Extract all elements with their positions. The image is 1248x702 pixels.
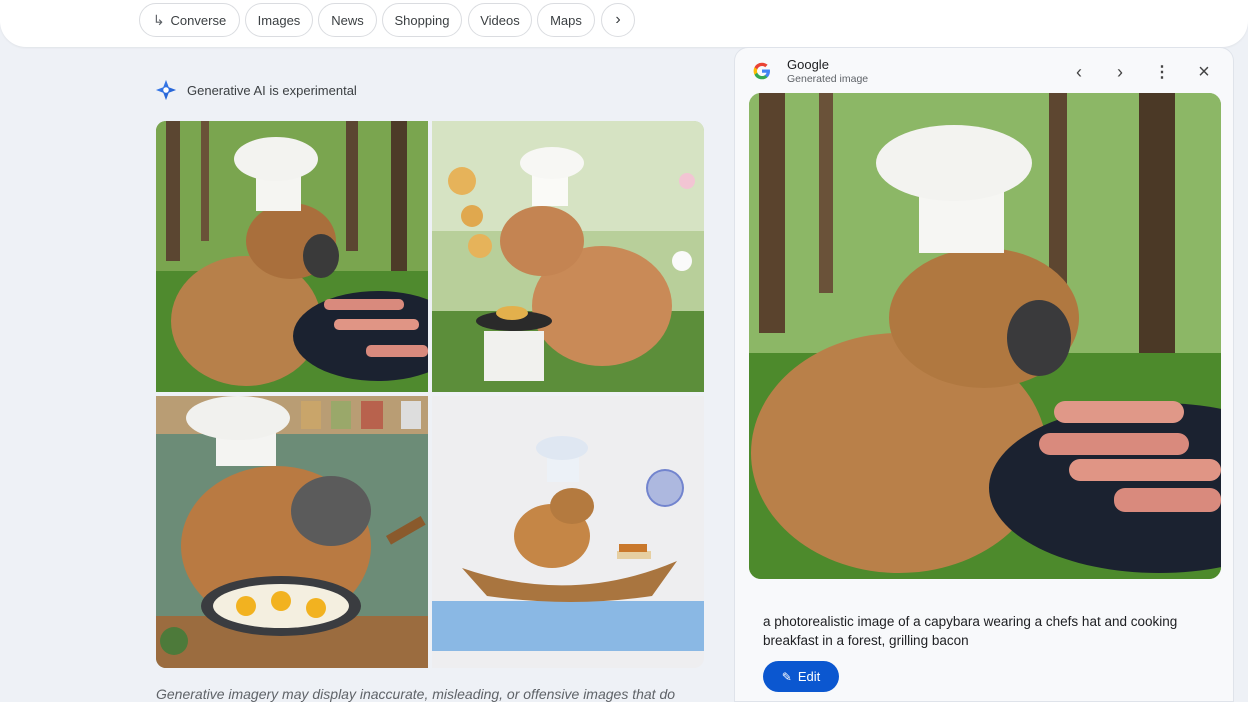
gemini-sparkle-icon xyxy=(155,79,177,101)
prompt-caption: a photorealistic image of a capybara wea… xyxy=(763,614,1178,648)
chip-converse[interactable]: ↳ Converse xyxy=(139,3,240,37)
edit-label: Edit xyxy=(797,669,821,684)
top-bar: ↳ Converse Images News Shopping Videos M… xyxy=(0,0,1248,47)
close-button[interactable]: × xyxy=(1191,60,1217,84)
more-vert-icon: ⋮ xyxy=(1154,64,1170,81)
more-options-button[interactable]: ⋮ xyxy=(1149,60,1175,84)
chip-news[interactable]: News xyxy=(318,3,377,37)
more-chips-button[interactable]: › xyxy=(601,3,635,37)
chip-videos[interactable]: Videos xyxy=(468,3,532,37)
chip-maps[interactable]: Maps xyxy=(537,3,595,37)
close-icon: × xyxy=(1198,60,1210,83)
chip-label: Converse xyxy=(170,12,227,28)
source-title: Google xyxy=(787,57,829,72)
chip-label: Shopping xyxy=(394,12,450,28)
disclaimer-text: Generative imagery may display inaccurat… xyxy=(156,686,676,702)
chip-label: Images xyxy=(257,12,301,28)
chip-shopping[interactable]: Shopping xyxy=(382,3,462,37)
cursor-indicator xyxy=(646,469,684,507)
source-subtitle: Generated image xyxy=(787,73,869,85)
generated-image-2[interactable] xyxy=(432,121,704,392)
previous-button[interactable]: ‹ xyxy=(1066,60,1092,84)
chevron-right-icon: › xyxy=(1117,61,1123,82)
next-button[interactable]: › xyxy=(1107,60,1133,84)
ai-notice-text: Generative AI is experimental xyxy=(187,82,357,98)
chevron-right-icon: › xyxy=(615,11,621,28)
arrow-return-icon: ↳ xyxy=(152,11,165,28)
generated-image-4[interactable] xyxy=(432,396,704,668)
pencil-icon: ✎ xyxy=(781,669,792,684)
chevron-left-icon: ‹ xyxy=(1076,61,1082,82)
google-logo-icon xyxy=(753,62,770,80)
image-detail-panel: Google Generated image ‹ › ⋮ × a photore… xyxy=(734,47,1234,702)
edit-button[interactable]: ✎ Edit xyxy=(763,661,839,692)
chip-label: Maps xyxy=(550,12,582,28)
generated-image-1[interactable] xyxy=(156,121,428,392)
chip-label: Videos xyxy=(480,12,520,28)
chip-images[interactable]: Images xyxy=(245,3,313,37)
ai-notice: Generative AI is experimental xyxy=(155,79,357,101)
chip-label: News xyxy=(331,12,364,28)
generated-image-3[interactable] xyxy=(156,396,428,668)
selected-generated-image[interactable] xyxy=(749,93,1221,579)
